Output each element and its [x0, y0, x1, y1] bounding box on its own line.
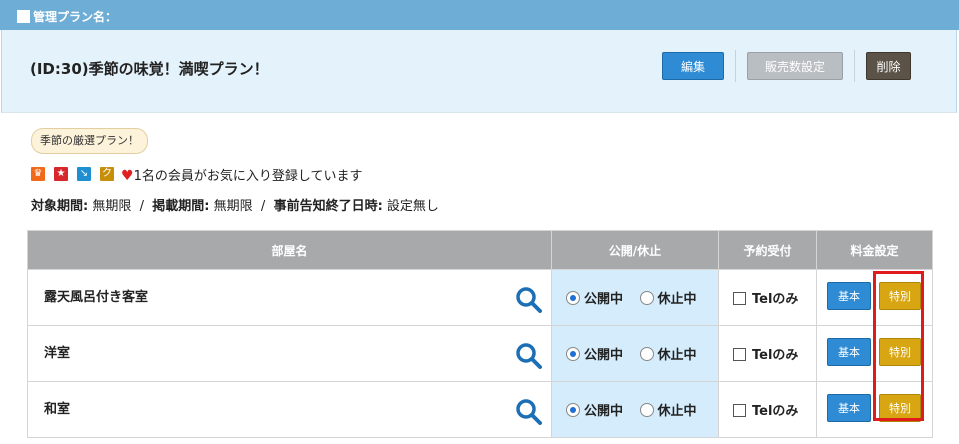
- basic-price-button[interactable]: 基本: [827, 394, 871, 422]
- plan-name-label: 管理プラン名：: [33, 10, 118, 24]
- table-header-row: 部屋名 公開/休止 予約受付 料金設定: [27, 230, 933, 270]
- period-separator: /: [260, 199, 266, 214]
- plan-title: (ID:30)季節の味覚！満喫プラン！: [30, 60, 269, 78]
- col-room-name: 部屋名: [27, 230, 552, 270]
- pause-label: 休止中: [657, 404, 697, 419]
- col-public-pause: 公開/休止: [551, 230, 719, 270]
- divider: [854, 50, 855, 82]
- room-table: 部屋名 公開/休止 予約受付 料金設定 露天風呂付き客室 公開中 休止中 Tel…: [27, 230, 933, 438]
- tel-only-checkbox[interactable]: [733, 348, 746, 361]
- tel-only-label: Telのみ: [752, 404, 799, 419]
- col-reservation: 予約受付: [718, 230, 817, 270]
- room-name: 和室: [44, 402, 71, 417]
- notice-end-label: 事前告知終了日時:: [273, 199, 383, 214]
- coupon-icon: ク: [100, 167, 114, 181]
- arrow-icon: ↘: [77, 167, 91, 181]
- favorite-count: ♥1名の会員がお気に入り登録しています: [121, 165, 362, 184]
- pause-label: 休止中: [657, 292, 697, 307]
- table-row: 洋室 公開中 休止中 Telのみ 基本 特別: [27, 325, 933, 382]
- divider: [735, 50, 736, 82]
- public-label: 公開中: [584, 404, 624, 419]
- reservation-cell: Telのみ: [718, 381, 817, 438]
- basic-price-button[interactable]: 基本: [827, 338, 871, 366]
- search-icon[interactable]: [515, 342, 543, 370]
- col-price-setting: 料金設定: [816, 230, 933, 270]
- crown-icon: ♛: [31, 167, 45, 181]
- table-row: 和室 公開中 休止中 Telのみ 基本 特別: [27, 381, 933, 438]
- post-period-value: 無期限: [213, 199, 253, 214]
- tel-only-checkbox[interactable]: [733, 404, 746, 417]
- room-name: 洋室: [44, 346, 71, 361]
- plan-periods: 対象期間: 無期限 / 掲載期間: 無期限 / 事前告知終了日時: 設定無し: [31, 195, 439, 214]
- delete-button[interactable]: 削除: [866, 52, 911, 80]
- tel-only-label: Telのみ: [752, 292, 799, 307]
- tel-only-label: Telのみ: [752, 348, 799, 363]
- favorite-text: 1名の会員がお気に入り登録しています: [133, 169, 363, 184]
- plan-header-bar: 管理プラン名：: [0, 0, 959, 30]
- room-name-cell: 和室: [27, 381, 552, 438]
- target-period-label: 対象期間:: [31, 199, 89, 214]
- search-icon[interactable]: [515, 286, 543, 314]
- public-status-cell: 公開中 休止中: [551, 325, 719, 382]
- plan-select-checkbox[interactable]: [17, 10, 30, 23]
- target-period-value: 無期限: [92, 199, 132, 214]
- public-label: 公開中: [584, 348, 624, 363]
- post-period-label: 掲載期間:: [152, 199, 210, 214]
- sales-count-settings-button[interactable]: 販売数設定: [747, 52, 843, 80]
- pause-radio[interactable]: [639, 347, 654, 361]
- pause-label: 休止中: [657, 348, 697, 363]
- basic-price-button[interactable]: 基本: [827, 282, 871, 310]
- room-name: 露天風呂付き客室: [44, 290, 149, 305]
- room-name-cell: 洋室: [27, 325, 552, 382]
- reservation-cell: Telのみ: [718, 269, 817, 326]
- tel-only-checkbox[interactable]: [733, 292, 746, 305]
- public-radio[interactable]: [566, 403, 580, 417]
- plan-title-panel: (ID:30)季節の味覚！満喫プラン！ 編集 販売数設定 削除: [1, 30, 957, 113]
- edit-button[interactable]: 編集: [662, 52, 724, 80]
- room-name-cell: 露天風呂付き客室: [27, 269, 552, 326]
- highlight-box: [873, 271, 924, 421]
- notice-end-value: 設定無し: [386, 199, 439, 214]
- public-radio[interactable]: [566, 347, 580, 361]
- reservation-cell: Telのみ: [718, 325, 817, 382]
- pause-radio[interactable]: [639, 291, 654, 305]
- public-status-cell: 公開中 休止中: [551, 381, 719, 438]
- public-status-cell: 公開中 休止中: [551, 269, 719, 326]
- plan-catch-tag: 季節の厳選プラン！: [31, 128, 148, 154]
- period-separator: /: [139, 199, 145, 214]
- public-radio[interactable]: [566, 291, 580, 305]
- public-label: 公開中: [584, 292, 624, 307]
- table-row: 露天風呂付き客室 公開中 休止中 Telのみ 基本 特別: [27, 269, 933, 326]
- heart-icon: ♥: [121, 168, 134, 184]
- star-icon: ★: [54, 167, 68, 181]
- pause-radio[interactable]: [639, 403, 654, 417]
- search-icon[interactable]: [515, 398, 543, 426]
